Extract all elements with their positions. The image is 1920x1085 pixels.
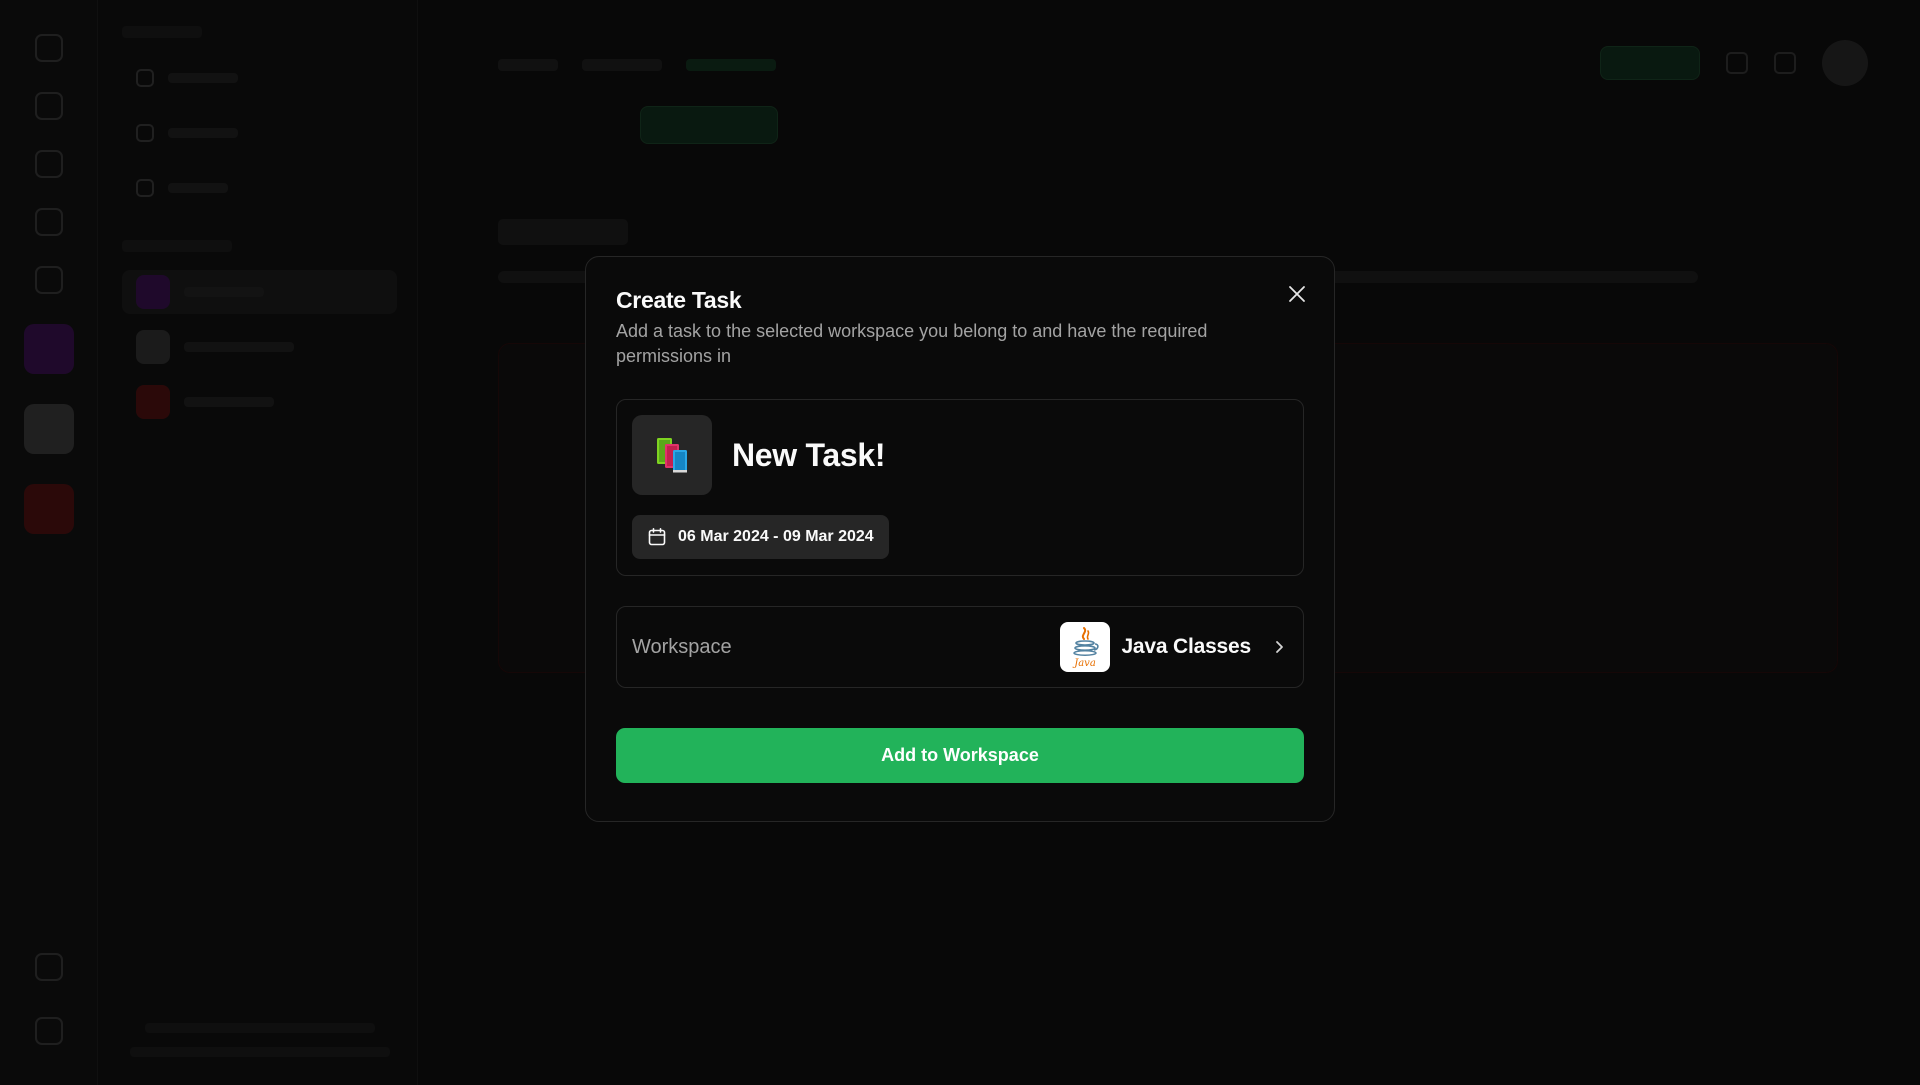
modal-title: Create Task <box>616 287 742 313</box>
task-emoji-button[interactable] <box>632 415 712 495</box>
chevron-right-icon <box>1276 641 1283 653</box>
date-range-text: 06 Mar 2024 - 09 Mar 2024 <box>678 528 874 545</box>
selected-workspace-name: Java Classes <box>1121 635 1251 658</box>
workspace-label: Workspace <box>632 635 732 658</box>
task-name[interactable]: New Task! <box>732 437 886 474</box>
calendar-icon <box>648 528 666 546</box>
add-to-workspace-button[interactable]: Add to Workspace <box>616 728 1304 783</box>
close-icon <box>1289 286 1305 302</box>
close-button[interactable] <box>1280 277 1314 311</box>
date-range-button[interactable]: 06 Mar 2024 - 09 Mar 2024 <box>632 515 889 559</box>
books-emoji-icon <box>657 438 687 473</box>
workspace-selector-row[interactable]: Workspace Java Java Classes <box>616 606 1304 688</box>
create-task-modal: Create Task Add a task to the selected w… <box>585 256 1335 822</box>
workspace-selector[interactable]: Java Java Classes <box>1060 622 1288 672</box>
svg-text:Java: Java <box>1073 658 1097 669</box>
java-logo-icon: Java <box>1060 622 1111 672</box>
modal-description: Add a task to the selected workspace you… <box>616 321 1208 366</box>
task-preview-card: New Task! 06 Mar 2024 - 09 Mar 2024 <box>616 399 1304 576</box>
